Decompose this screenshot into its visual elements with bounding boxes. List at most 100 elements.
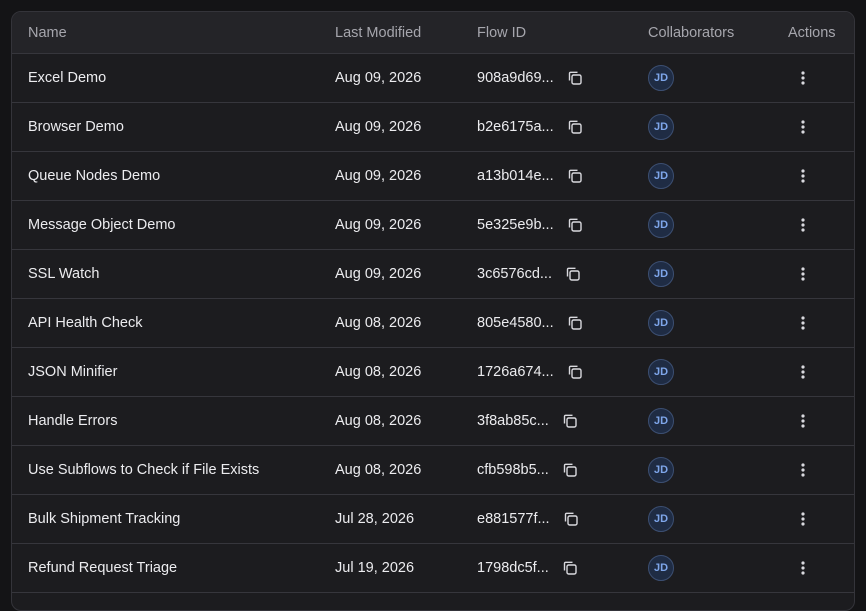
last-modified: Aug 08, 2026: [335, 462, 422, 478]
avatar[interactable]: JD: [648, 555, 674, 581]
flow-id: cfb598b5...: [477, 462, 549, 478]
copy-icon[interactable]: [566, 314, 584, 332]
flows-table: Name Last Modified Flow ID Collaborators…: [11, 11, 855, 611]
flow-name[interactable]: JSON Minifier: [28, 348, 117, 396]
table-row[interactable]: Excel Demo Aug 09, 2026 908a9d69... JD: [12, 54, 854, 103]
collaborators-cell: JD: [648, 152, 674, 200]
more-vertical-icon[interactable]: [795, 460, 811, 480]
more-vertical-icon[interactable]: [795, 215, 811, 235]
column-header-flow-id[interactable]: Flow ID: [477, 12, 526, 53]
avatar[interactable]: JD: [648, 457, 674, 483]
more-vertical-icon[interactable]: [795, 313, 811, 333]
flow-id: 1798dc5f...: [477, 560, 549, 576]
last-modified: Aug 09, 2026: [335, 168, 422, 184]
last-modified: Aug 09, 2026: [335, 119, 422, 135]
copy-icon[interactable]: [566, 363, 584, 381]
last-modified: Aug 09, 2026: [335, 217, 422, 233]
flow-id-cell: 1798dc5f...: [477, 544, 579, 592]
table-row[interactable]: Bulk Shipment Tracking Jul 28, 2026 e881…: [12, 495, 854, 544]
copy-icon[interactable]: [561, 559, 579, 577]
flow-id-cell: cfb598b5...: [477, 446, 579, 494]
collaborators-cell: JD: [648, 495, 674, 543]
last-modified: Aug 08, 2026: [335, 364, 422, 380]
more-vertical-icon[interactable]: [795, 509, 811, 529]
more-vertical-icon[interactable]: [795, 264, 811, 284]
copy-icon[interactable]: [561, 412, 579, 430]
flow-id: 805e4580...: [477, 315, 554, 331]
more-vertical-icon[interactable]: [795, 68, 811, 88]
collaborators-cell: JD: [648, 299, 674, 347]
flow-id: 5e325e9b...: [477, 217, 554, 233]
table-row[interactable]: API Health Check Aug 08, 2026 805e4580..…: [12, 299, 854, 348]
avatar[interactable]: JD: [648, 310, 674, 336]
flow-name[interactable]: Handle Errors: [28, 397, 117, 445]
copy-icon[interactable]: [566, 167, 584, 185]
flow-id-cell: e881577f...: [477, 495, 580, 543]
copy-icon[interactable]: [561, 461, 579, 479]
flow-id-cell: 3f8ab85c...: [477, 397, 579, 445]
flow-name[interactable]: Bulk Shipment Tracking: [28, 495, 180, 543]
column-header-collaborators: Collaborators: [648, 24, 735, 41]
flow-id: e881577f...: [477, 511, 550, 527]
collaborators-cell: JD: [648, 201, 674, 249]
more-vertical-icon[interactable]: [795, 411, 811, 431]
more-vertical-icon[interactable]: [795, 362, 811, 382]
column-header-last-modified[interactable]: Last Modified: [335, 12, 421, 53]
copy-icon[interactable]: [566, 69, 584, 87]
collaborators-cell: JD: [648, 348, 674, 396]
avatar[interactable]: JD: [648, 114, 674, 140]
flow-id: 908a9d69...: [477, 70, 554, 86]
flow-name[interactable]: Message Object Demo: [28, 201, 175, 249]
last-modified: Aug 08, 2026: [335, 315, 422, 331]
flow-name[interactable]: Browser Demo: [28, 103, 124, 151]
table-row[interactable]: JSON Minifier Aug 08, 2026 1726a674... J…: [12, 348, 854, 397]
table-header: Name Last Modified Flow ID Collaborators…: [12, 12, 854, 54]
table-row[interactable]: Message Object Demo Aug 09, 2026 5e325e9…: [12, 201, 854, 250]
copy-icon[interactable]: [566, 216, 584, 234]
table-row[interactable]: Queue Nodes Demo Aug 09, 2026 a13b014e..…: [12, 152, 854, 201]
flow-id-cell: a13b014e...: [477, 152, 584, 200]
column-header-name[interactable]: Name: [28, 12, 67, 53]
collaborators-cell: JD: [648, 103, 674, 151]
more-vertical-icon[interactable]: [795, 166, 811, 186]
flow-id: b2e6175a...: [477, 119, 554, 135]
flow-id: 1726a674...: [477, 364, 554, 380]
collaborators-cell: JD: [648, 250, 674, 298]
flow-id-cell: 3c6576cd...: [477, 250, 582, 298]
avatar[interactable]: JD: [648, 212, 674, 238]
avatar[interactable]: JD: [648, 506, 674, 532]
flow-name[interactable]: Queue Nodes Demo: [28, 152, 160, 200]
more-vertical-icon[interactable]: [795, 558, 811, 578]
copy-icon[interactable]: [562, 510, 580, 528]
avatar[interactable]: JD: [648, 163, 674, 189]
flow-name[interactable]: Refund Request Triage: [28, 544, 177, 592]
column-header-actions: Actions: [788, 24, 836, 41]
copy-icon[interactable]: [564, 265, 582, 283]
table-row[interactable]: Browser Demo Aug 09, 2026 b2e6175a... JD: [12, 103, 854, 152]
flow-id: 3f8ab85c...: [477, 413, 549, 429]
avatar[interactable]: JD: [648, 359, 674, 385]
table-row[interactable]: Use Subflows to Check if File Exists Aug…: [12, 446, 854, 495]
last-modified: Jul 28, 2026: [335, 511, 415, 527]
avatar[interactable]: JD: [648, 261, 674, 287]
copy-icon[interactable]: [566, 118, 584, 136]
last-modified: Jul 19, 2026: [335, 560, 415, 576]
flow-name[interactable]: API Health Check: [28, 299, 142, 347]
table-row[interactable]: SSL Watch Aug 09, 2026 3c6576cd... JD: [12, 250, 854, 299]
flow-name[interactable]: Use Subflows to Check if File Exists: [28, 446, 259, 494]
flow-id-cell: 1726a674...: [477, 348, 584, 396]
flow-id-cell: 5e325e9b...: [477, 201, 584, 249]
flow-id: a13b014e...: [477, 168, 554, 184]
table-row[interactable]: Refund Request Triage Jul 19, 2026 1798d…: [12, 544, 854, 593]
flow-name[interactable]: SSL Watch: [28, 250, 99, 298]
table-row[interactable]: Handle Errors Aug 08, 2026 3f8ab85c... J…: [12, 397, 854, 446]
flow-id: 3c6576cd...: [477, 266, 552, 282]
flow-name[interactable]: Excel Demo: [28, 54, 106, 102]
more-vertical-icon[interactable]: [795, 117, 811, 137]
flow-id-cell: b2e6175a...: [477, 103, 584, 151]
avatar[interactable]: JD: [648, 65, 674, 91]
collaborators-cell: JD: [648, 54, 674, 102]
flow-id-cell: 908a9d69...: [477, 54, 584, 102]
collaborators-cell: JD: [648, 544, 674, 592]
avatar[interactable]: JD: [648, 408, 674, 434]
